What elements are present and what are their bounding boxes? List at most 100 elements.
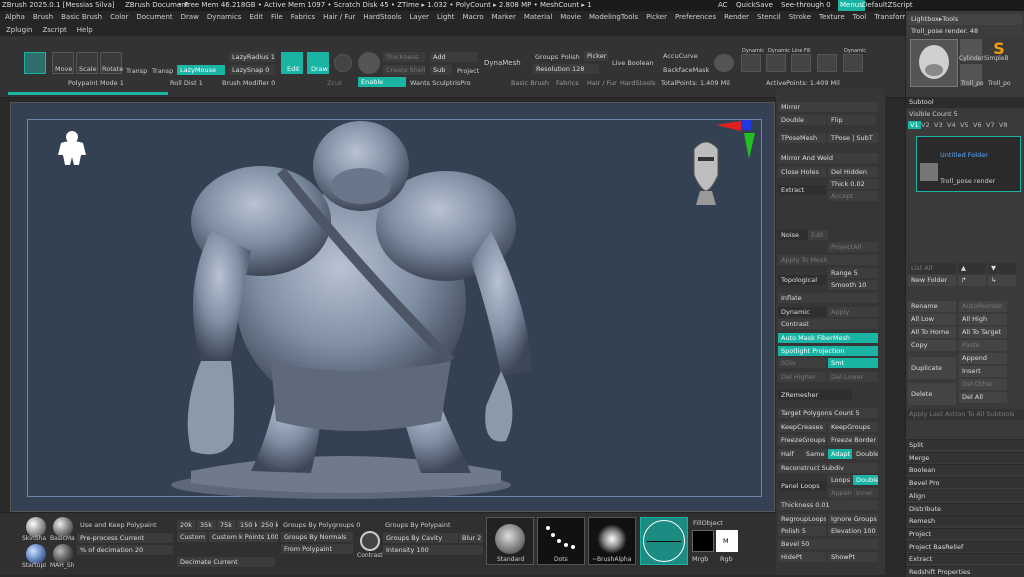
version-tab-v4[interactable]: V4 (947, 121, 956, 129)
menu-document[interactable]: Document (136, 11, 172, 24)
geometry-freezegroups[interactable]: FreezeGroups (778, 435, 826, 445)
subtool-thumb[interactable] (920, 163, 938, 181)
groups-toggle[interactable]: Groups (535, 53, 558, 61)
spotlight-icon[interactable] (358, 52, 380, 74)
geometry-extract[interactable]: Extract (778, 185, 826, 195)
standard-brush-thumb[interactable]: Standard (486, 517, 534, 565)
subtool-action-redshift-properties[interactable]: Redshift Properties (906, 566, 1024, 577)
autoreorder-button[interactable]: AutoReorder (959, 301, 1007, 312)
geometry-apply-to-mesh[interactable]: Apply To Mesh (778, 255, 878, 265)
simpleb-label[interactable]: SimpleB (984, 55, 1009, 62)
menu-macro[interactable]: Macro (462, 11, 483, 24)
geometry-sdiv[interactable]: SDiv (778, 358, 826, 368)
menu-file[interactable]: File (271, 11, 283, 24)
subtool-action-remesh[interactable]: Remesh (906, 515, 1024, 527)
from-polypaint-button[interactable]: From Polypaint (281, 544, 353, 554)
create-shell-button[interactable]: Create Shell (383, 65, 425, 75)
geometry-flip[interactable]: Flip (828, 115, 876, 125)
menu-texture[interactable]: Texture (819, 11, 845, 24)
menu-preferences[interactable]: Preferences (675, 11, 716, 24)
geometry-smooth-10[interactable]: Smooth 10 (828, 280, 878, 290)
menu-hardstools[interactable]: HardStools (363, 11, 401, 24)
decimate-current-button[interactable]: Decimate Current (177, 557, 275, 567)
mahsh-label[interactable]: MAH_Sh (50, 562, 74, 569)
menu-zscript[interactable]: Zscript (42, 24, 66, 36)
snapshot-icon[interactable] (334, 54, 352, 72)
geometry-panel-loops[interactable]: Panel Loops (778, 481, 826, 491)
version-tab-v6[interactable]: V6 (973, 121, 982, 129)
menu-edit[interactable]: Edit (249, 11, 263, 24)
visible-count[interactable]: Visible Count 5 (909, 110, 958, 118)
geometry-elevation-100[interactable]: Elevation 100 (828, 526, 878, 536)
viewport[interactable] (10, 102, 775, 512)
enable-button[interactable]: Enable (358, 77, 406, 87)
untitled-folder-label[interactable]: Untitled Folder (940, 151, 988, 159)
subtool-action-extract[interactable]: Extract (906, 553, 1024, 565)
edit-button[interactable]: Edit (281, 52, 303, 74)
lazyradius-slider[interactable]: LazyRadius 1 (229, 52, 275, 62)
geometry-half[interactable]: Half (778, 449, 802, 459)
menu-stencil[interactable]: Stencil (757, 11, 781, 24)
default-zscript[interactable]: DefaultZScript (862, 0, 913, 11)
thickness-slider[interactable]: Thickness (383, 52, 425, 62)
geometry-showpt[interactable]: ShowPt (828, 552, 878, 562)
version-tab-v8[interactable]: V8 (999, 121, 1008, 129)
menu-hair-fur[interactable]: Hair / Fur (323, 11, 355, 24)
geometry-mirror-and-weld[interactable]: Mirror And Weld (778, 153, 878, 163)
version-tab-v1[interactable]: V1 (908, 121, 921, 129)
decimation-slider[interactable]: % of decimation 20 (77, 545, 173, 555)
menu-basic-brush[interactable]: Basic Brush (61, 11, 102, 24)
geometry-contrast[interactable]: Contrast (778, 319, 878, 329)
geometry-dynamic[interactable]: Dynamic (778, 307, 826, 317)
lightbox-tools-button[interactable]: Lightbox▸Tools (908, 14, 1022, 25)
all-low-button[interactable]: All Low (908, 314, 956, 325)
skinshade-label[interactable]: SkinSha (22, 535, 46, 542)
polypaint-mode[interactable]: Polypaint Mode 1 (68, 79, 124, 87)
version-tab-v2[interactable]: V2 (921, 121, 930, 129)
version-tab-v3[interactable]: V3 (934, 121, 943, 129)
geometry-bevel-50[interactable]: Bevel 50 (778, 539, 878, 549)
skinshade-material-icon[interactable] (26, 517, 46, 537)
subtool-action-bevel-pro[interactable]: Bevel Pro (906, 477, 1024, 489)
lazysnap-slider[interactable]: LazySnap 0 (229, 65, 275, 75)
geometry-keepcreases[interactable]: KeepCreases (778, 422, 826, 432)
k35-button[interactable]: 35k (197, 520, 216, 530)
groups-by-polygroups[interactable]: Groups By Polygroups 0 (283, 521, 360, 529)
apply-last-action-button[interactable]: Apply Last Action To All Subtools (906, 409, 1024, 420)
orientation-head-icon[interactable] (686, 135, 726, 207)
hardstools-tab[interactable]: HardStools (620, 79, 655, 87)
basic-brush-tab[interactable]: Basic Brush (511, 79, 549, 87)
move-icon[interactable]: Move (52, 52, 74, 74)
geometry-inner[interactable]: Inner (853, 488, 878, 498)
custom-button[interactable]: Custom (177, 532, 207, 542)
quicksave-button[interactable]: QuickSave (736, 0, 773, 11)
move-up-icon[interactable]: ↱ (958, 275, 986, 286)
color-swatch-secondary[interactable]: M (716, 530, 738, 552)
ac-label[interactable]: AC (718, 0, 728, 11)
tool-thumbnail[interactable] (910, 39, 958, 87)
geometry-freeze-border[interactable]: Freeze Border (828, 435, 878, 445)
groups-by-polypaint[interactable]: Groups By Polypaint (385, 521, 451, 529)
persp-icon[interactable] (843, 54, 863, 72)
move-down-icon[interactable]: ↳ (988, 275, 1016, 286)
geometry-adapt[interactable]: Adapt (828, 449, 852, 459)
brush-preview-icon[interactable] (24, 52, 46, 74)
geometry-auto-mask-fibermesh[interactable]: Auto Mask FiberMesh (778, 333, 878, 343)
transp-label[interactable]: Transp (126, 67, 147, 75)
menu-color[interactable]: Color (110, 11, 128, 24)
geometry-apply[interactable]: Apply (828, 307, 878, 317)
scale-icon[interactable]: Scale (76, 52, 98, 74)
duplicate-button[interactable]: Duplicate (908, 357, 956, 379)
subtool-header[interactable]: Subtool (906, 97, 1024, 108)
geometry-keepgroups[interactable]: KeepGroups (828, 422, 878, 432)
k150-button[interactable]: 150 k (237, 520, 257, 530)
geometry-smt[interactable]: Smt (828, 358, 878, 368)
geometry-edit[interactable]: Edit (808, 230, 828, 240)
geometry-thick-0-02[interactable]: Thick 0.02 (828, 179, 878, 189)
troll-label-small-2[interactable]: Troll_po (988, 80, 1011, 87)
geometry-del-lower[interactable]: Del Lower (828, 372, 878, 382)
subtool-action-project-basrelief[interactable]: Project BasRelief (906, 540, 1024, 552)
menu-picker[interactable]: Picker (646, 11, 667, 24)
menu-stroke[interactable]: Stroke (789, 11, 811, 24)
geometry-target-polygons-count-5[interactable]: Target Polygons Count 5 (778, 408, 878, 418)
